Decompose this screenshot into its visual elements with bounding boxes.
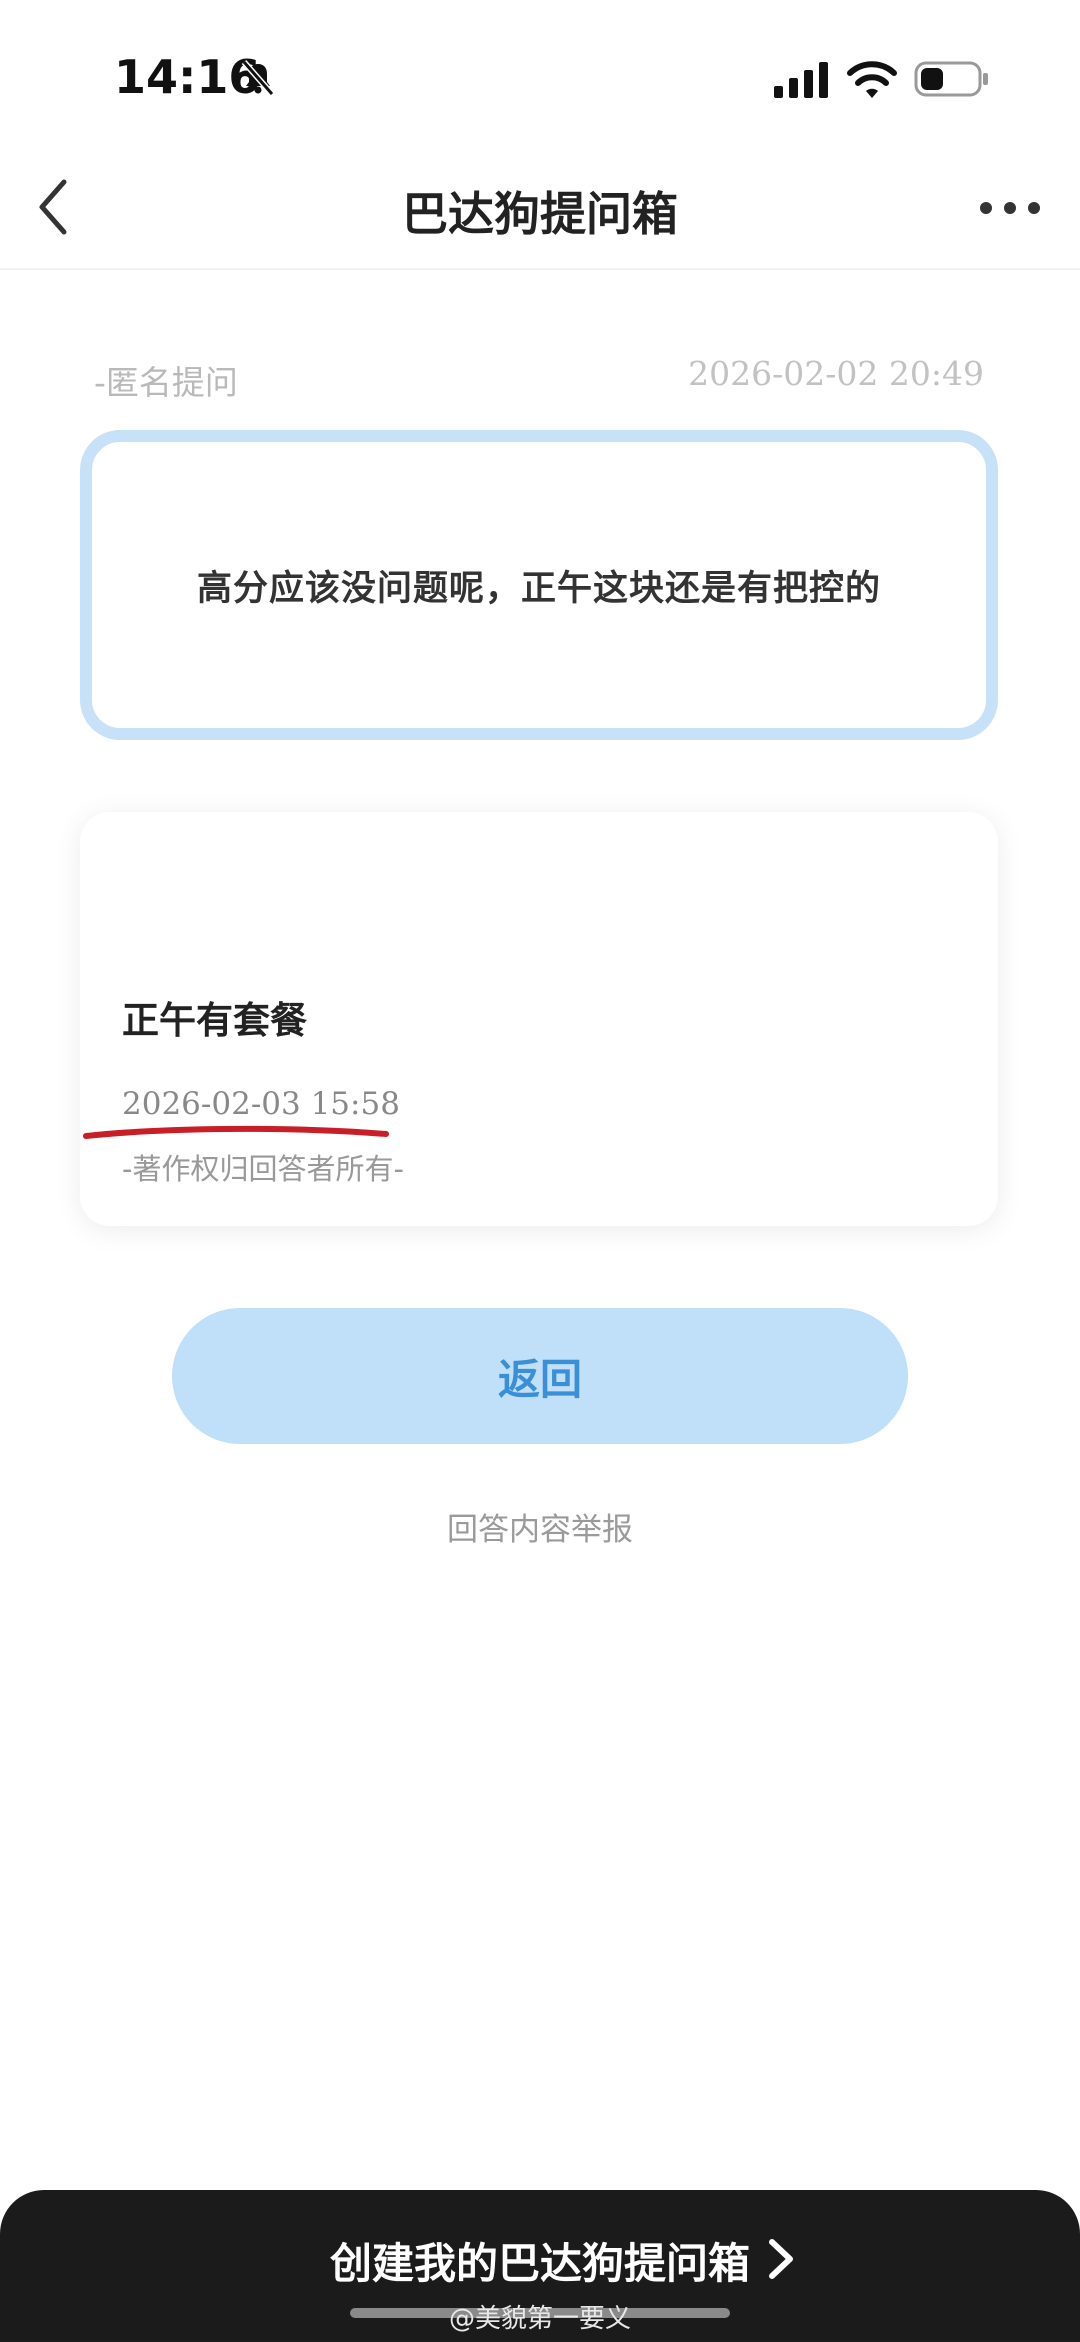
answer-text: 正午有套餐 [122,999,307,1042]
wifi-icon [847,61,897,98]
return-button[interactable]: 返回 [172,1308,908,1444]
question-timestamp: 2026-02-02 20:49 [688,354,984,393]
report-answer-link[interactable]: 回答内容举报 [0,1504,1080,1549]
question-text: 高分应该没问题呢，正午这块还是有把控的 [196,568,881,609]
bell-off-icon [241,60,275,96]
question-card: 高分应该没问题呢，正午这块还是有把控的 [80,430,998,740]
battery-icon [914,61,988,97]
question-label: -匿名提问 [94,363,238,402]
watermark: @美貌第一要义 [448,2304,631,2334]
nav-divider [0,268,1080,270]
page-title: 巴达狗提问箱 [402,187,678,241]
create-box-label[interactable]: 创建我的巴达狗提问箱 [0,2230,1080,2291]
signal-icon [774,62,828,98]
copyright-note: -著作权归回答者所有- [122,1152,404,1186]
more-icon[interactable] [978,198,1042,218]
chevron-right-icon [769,2239,793,2279]
answer-timestamp: 2026-02-03 15:58 [122,1086,400,1122]
